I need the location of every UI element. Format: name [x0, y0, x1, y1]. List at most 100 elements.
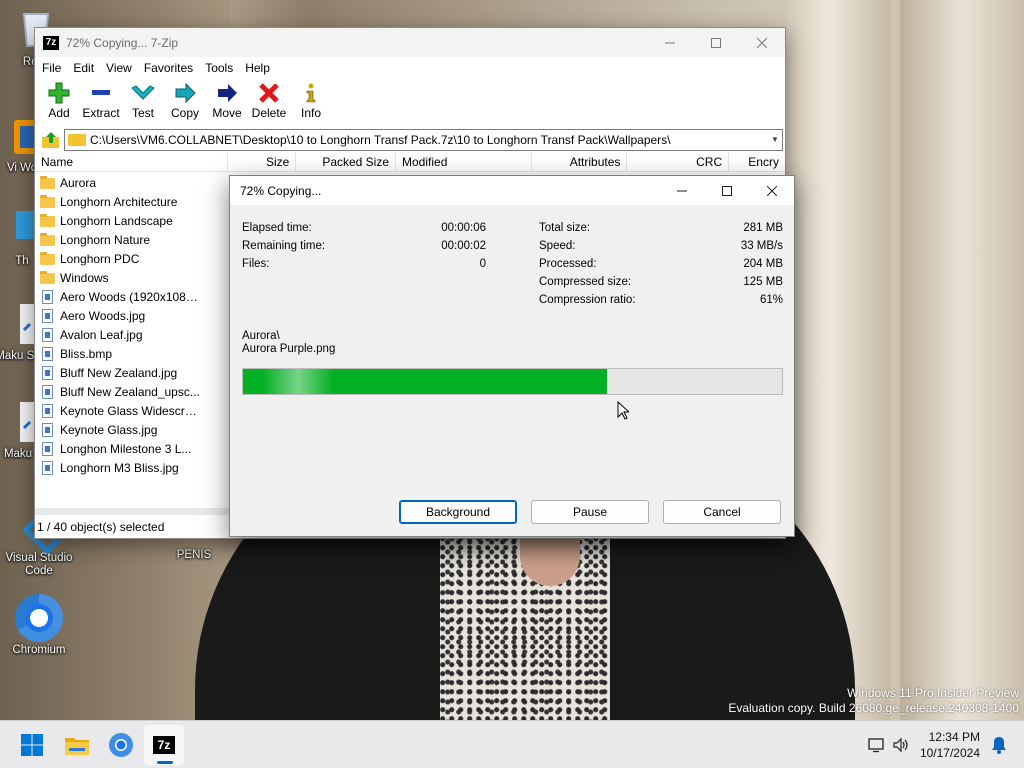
maximize-icon — [721, 185, 732, 196]
image-file-icon — [42, 365, 53, 380]
current-folder: Aurora\ — [242, 330, 280, 342]
maximize-button[interactable] — [693, 28, 739, 57]
stat-value: 281 MB — [743, 222, 783, 234]
column-size[interactable]: Size — [228, 152, 297, 171]
move-button[interactable]: Move — [206, 79, 248, 120]
copy-label: Copy — [170, 106, 199, 120]
progress-bar — [242, 368, 783, 395]
add-button[interactable]: Add — [38, 79, 80, 120]
minimize-icon — [665, 42, 675, 43]
column-modified[interactable]: Modified — [396, 152, 532, 171]
chromium-icon — [109, 733, 133, 757]
file-name: Longhon Milestone 3 L... — [60, 441, 192, 456]
desktop-icon-penis[interactable]: PENIS — [156, 549, 232, 562]
add-label: Add — [48, 106, 70, 120]
chevron-down-icon[interactable]: ▼ — [768, 135, 782, 144]
stat-label: Processed: — [539, 258, 597, 270]
clock-time: 12:34 PM — [928, 730, 980, 744]
mouse-cursor-icon — [617, 401, 629, 420]
dialog-title: 72% Copying... — [240, 183, 322, 198]
title-bar[interactable]: 7z 72% Copying... 7-Zip — [35, 28, 785, 57]
column-packed-size[interactable]: Packed Size — [296, 152, 397, 171]
background-button[interactable]: Background — [399, 500, 517, 524]
menu-favorites[interactable]: Favorites — [138, 61, 199, 75]
taskbar-7zip[interactable]: 7z — [144, 725, 184, 765]
menu-file[interactable]: File — [36, 61, 67, 75]
image-file-icon — [42, 479, 53, 480]
extract-button[interactable]: Extract — [80, 79, 122, 120]
minimize-button[interactable] — [647, 28, 693, 57]
info-button[interactable]: Info — [290, 79, 332, 120]
stat-value: 00:00:02 — [441, 240, 486, 252]
selection-status: 1 / 40 object(s) selected — [37, 519, 165, 534]
column-crc[interactable]: CRC — [627, 152, 730, 171]
info-icon — [306, 83, 316, 103]
path-text: C:\Users\VM6.COLLABNET\Desktop\10 to Lon… — [90, 132, 671, 147]
bell-icon — [992, 737, 1006, 754]
notification-button[interactable] — [988, 734, 1010, 756]
size-stats: Total size: 281 MB Speed: 33 MB/s Proces… — [539, 219, 783, 309]
stat-value: 61% — [759, 294, 783, 306]
network-icon[interactable] — [866, 734, 888, 756]
desktop-icon-label: Chromium — [12, 644, 66, 656]
test-button[interactable]: Test — [122, 79, 164, 120]
taskbar: 7z 12:34 PM 10/17/2024 — [0, 720, 1024, 768]
file-name: Bliss.bmp — [60, 346, 113, 361]
file-name: Longhorn M3 Bliss.jpg — [60, 460, 179, 475]
path-field[interactable]: C:\Users\VM6.COLLABNET\Desktop\10 to Lon… — [64, 128, 783, 151]
dialog-maximize-button[interactable] — [704, 176, 749, 205]
volume-icon[interactable] — [890, 734, 912, 756]
window-title: 72% Copying... 7-Zip — [66, 35, 179, 50]
extract-label: Extract — [82, 106, 120, 120]
stat-row: Remaining time: 00:00:02 — [242, 237, 486, 255]
menu-view[interactable]: View — [100, 61, 138, 75]
desktop-icon-chromium[interactable]: Chromium — [1, 594, 77, 657]
stat-row: Processed: 204 MB — [539, 255, 783, 273]
minus-icon — [92, 90, 110, 95]
menu-tools[interactable]: Tools — [199, 61, 239, 75]
copy-button[interactable]: Copy — [164, 79, 206, 120]
file-name: Longhorn Architecture — [60, 194, 178, 209]
close-button[interactable] — [739, 28, 785, 57]
column-encrypted[interactable]: Encry — [729, 152, 785, 171]
watermark-line-2: Evaluation copy. Build 26080.ge_release.… — [728, 701, 1019, 715]
image-file-icon — [42, 441, 53, 456]
move-arrow-icon — [218, 84, 237, 102]
file-list-header: Name Size Packed Size Modified Attribute… — [35, 152, 785, 172]
delete-button[interactable]: Delete — [248, 79, 290, 120]
image-file-icon — [42, 403, 53, 418]
timing-stats: Elapsed time: 00:00:06 Remaining time: 0… — [242, 219, 486, 273]
stat-label: Files: — [242, 258, 270, 270]
column-attributes[interactable]: Attributes — [532, 152, 628, 171]
taskbar-chromium[interactable] — [101, 725, 141, 765]
running-indicator — [157, 761, 173, 764]
info-label: Info — [300, 106, 321, 120]
check-icon — [131, 85, 155, 100]
maximize-icon — [711, 37, 721, 48]
stat-row: Total size: 281 MB — [539, 219, 783, 237]
windows-logo-icon — [21, 734, 43, 756]
taskbar-file-explorer[interactable] — [57, 725, 97, 765]
stat-label: Elapsed time: — [242, 222, 312, 234]
image-file-icon — [42, 384, 53, 399]
stat-label: Compressed size: — [539, 276, 632, 288]
file-name: Longhorn M3.jpg — [60, 480, 200, 481]
start-button[interactable] — [12, 725, 52, 765]
delete-x-icon — [259, 83, 279, 103]
menu-edit[interactable]: Edit — [67, 61, 100, 75]
column-name[interactable]: Name — [35, 152, 229, 171]
clock[interactable]: 12:34 PM 10/17/2024 — [920, 729, 980, 761]
cancel-button[interactable]: Cancel — [663, 500, 781, 524]
up-folder-button[interactable] — [38, 129, 64, 151]
dialog-title-bar[interactable]: 72% Copying... — [230, 176, 794, 205]
folder-icon — [68, 133, 86, 146]
current-file: Aurora Purple.png — [242, 343, 336, 355]
menu-help[interactable]: Help — [239, 61, 276, 75]
watermark-line-1: Windows 11 Pro Insider Preview — [847, 686, 1019, 700]
toolbar: Add Extract Test Copy Move Delete Info — [35, 79, 785, 127]
dialog-minimize-button[interactable] — [659, 176, 704, 205]
stat-row: Compression ratio: 61% — [539, 291, 783, 309]
dialog-close-button[interactable] — [749, 176, 794, 205]
up-folder-icon — [42, 131, 59, 148]
pause-button[interactable]: Pause — [531, 500, 649, 524]
